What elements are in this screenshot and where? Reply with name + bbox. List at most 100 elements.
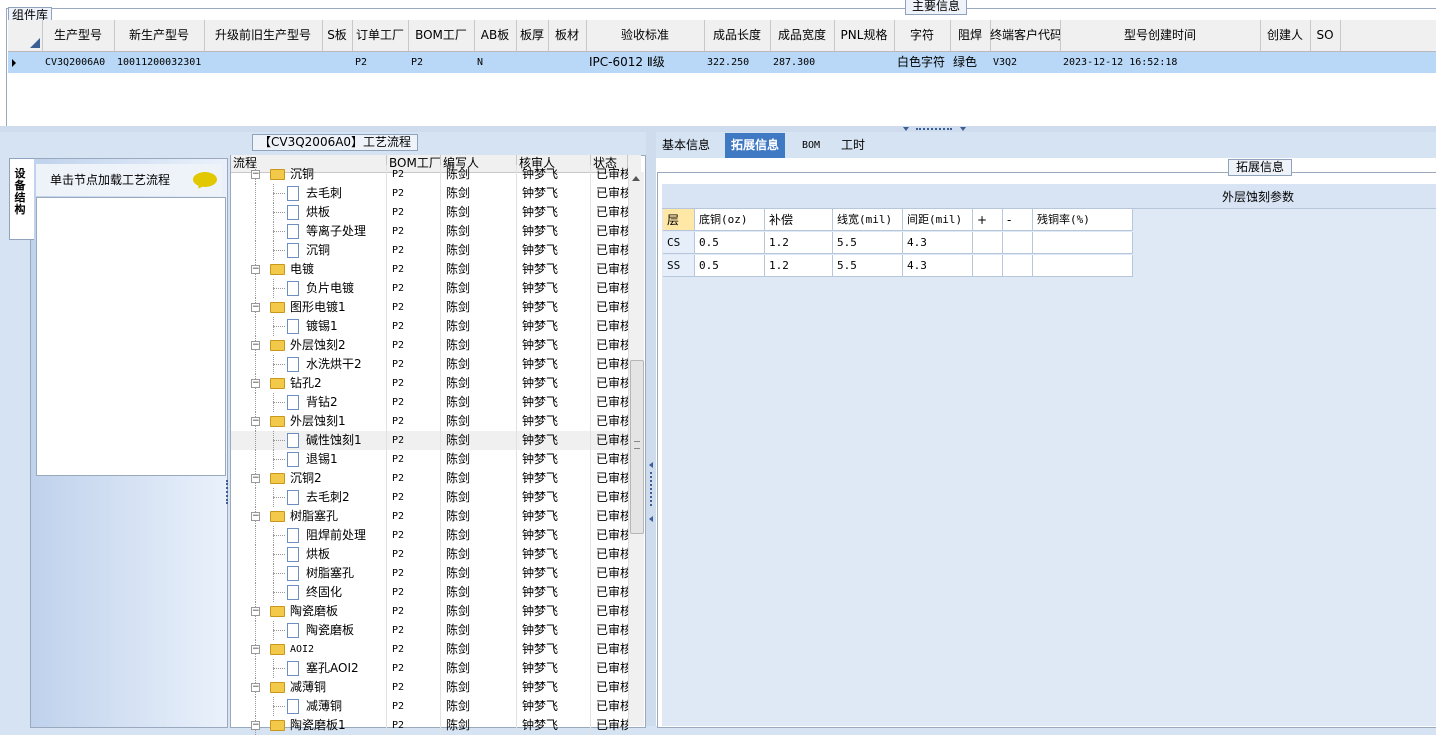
param-cell[interactable] [1003, 232, 1033, 254]
tree-cell-writer[interactable]: 陈剑 [446, 317, 517, 336]
tree-cell-bom[interactable]: P2 [392, 526, 441, 545]
collapse-icon[interactable]: − [251, 341, 260, 350]
tree-cell-reviewer[interactable]: 钟梦飞 [522, 545, 591, 564]
tree-cell-bom[interactable]: P2 [392, 602, 441, 621]
tree-cell-bom[interactable]: P2 [392, 450, 441, 469]
tree-cell-bom[interactable]: P2 [392, 184, 441, 203]
tree-node-label[interactable]: 背钻2 [306, 393, 386, 412]
tree-cell-status[interactable]: 已审核 [596, 279, 628, 298]
tree-cell-status[interactable]: 已审核 [596, 393, 628, 412]
tree-node-label[interactable]: 等离子处理 [306, 222, 386, 241]
tree-cell-writer[interactable]: 陈剑 [446, 507, 517, 526]
tree-node-label[interactable]: 图形电镀1 [290, 298, 386, 317]
column-header[interactable]: 板厚 [516, 20, 549, 51]
tree-node-label[interactable]: 树脂塞孔 [290, 507, 386, 526]
tree-cell-status[interactable]: 已审核 [596, 184, 628, 203]
tree-cell-status[interactable]: 已审核 [596, 697, 628, 716]
tree-cell-writer[interactable]: 陈剑 [446, 621, 517, 640]
tree-cell-reviewer[interactable]: 钟梦飞 [522, 564, 591, 583]
tree-cell-writer[interactable]: 陈剑 [446, 545, 517, 564]
column-header[interactable]: 订单工厂 [352, 20, 409, 51]
tree-node-label[interactable]: 塞孔AOI2 [306, 659, 386, 678]
tree-cell-writer[interactable]: 陈剑 [446, 355, 517, 374]
param-cell[interactable]: 5.5 [833, 232, 903, 254]
tab-extended-info[interactable]: 拓展信息 [725, 133, 786, 158]
tree-cell-status[interactable]: 已审核 [596, 507, 628, 526]
tree-cell-bom[interactable]: P2 [392, 564, 441, 583]
param-cell[interactable]: 4.3 [903, 255, 973, 277]
tree-node-label[interactable]: 退锡1 [306, 450, 386, 469]
column-header[interactable]: 升级前旧生产型号 [204, 20, 323, 51]
tree-cell-writer[interactable]: 陈剑 [446, 431, 517, 450]
tree-cell-reviewer[interactable]: 钟梦飞 [522, 184, 591, 203]
tree-node-label[interactable]: 电镀 [290, 260, 386, 279]
param-cell[interactable] [973, 232, 1003, 254]
tree-node-label[interactable]: 减薄铜 [306, 697, 386, 716]
collapse-icon[interactable]: − [251, 683, 260, 692]
tree-row[interactable]: 减薄铜 P2 陈剑 钟梦飞 已审核 [231, 697, 629, 716]
collapse-icon[interactable]: − [251, 607, 260, 616]
table-cell[interactable] [516, 52, 548, 73]
tree-row[interactable]: − 钻孔2 P2 陈剑 钟梦飞 已审核 [231, 374, 629, 393]
collapse-icon[interactable]: − [251, 379, 260, 388]
tree-cell-reviewer[interactable]: 钟梦飞 [522, 317, 591, 336]
table-cell[interactable]: P2 [408, 52, 474, 73]
tree-cell-reviewer[interactable]: 钟梦飞 [522, 336, 591, 355]
tree-node-label[interactable]: 去毛刺 [306, 184, 386, 203]
tree-cell-status[interactable]: 已审核 [596, 678, 628, 697]
tree-cell-writer[interactable]: 陈剑 [446, 165, 517, 184]
tree-row[interactable]: 水洗烘干2 P2 陈剑 钟梦飞 已审核 [231, 355, 629, 374]
tree-cell-writer[interactable]: 陈剑 [446, 602, 517, 621]
table-cell[interactable]: IPC-6012 Ⅱ级 [586, 52, 704, 73]
tree-row[interactable]: 陶瓷磨板 P2 陈剑 钟梦飞 已审核 [231, 621, 629, 640]
collapse-icon[interactable]: − [251, 170, 260, 179]
param-column-header[interactable]: 间距(mil) [903, 209, 973, 231]
tab-basic-info[interactable]: 基本信息 [656, 133, 716, 158]
tree-cell-writer[interactable]: 陈剑 [446, 260, 517, 279]
table-cell[interactable]: 白色字符 [894, 52, 950, 73]
tree-cell-status[interactable]: 已审核 [596, 621, 628, 640]
tree-row[interactable]: 阻焊前处理 P2 陈剑 钟梦飞 已审核 [231, 526, 629, 545]
tree-cell-writer[interactable]: 陈剑 [446, 659, 517, 678]
tree-cell-reviewer[interactable]: 钟梦飞 [522, 203, 591, 222]
tree-node-label[interactable]: 陶瓷磨板 [290, 602, 386, 621]
tree-cell-status[interactable]: 已审核 [596, 336, 628, 355]
tree-cell-reviewer[interactable]: 钟梦飞 [522, 241, 591, 260]
tree-cell-reviewer[interactable]: 钟梦飞 [522, 355, 591, 374]
tree-cell-reviewer[interactable]: 钟梦飞 [522, 298, 591, 317]
vertical-splitter[interactable] [646, 132, 656, 726]
table-cell[interactable]: 2023-12-12 16:52:18 [1060, 52, 1260, 73]
tree-cell-bom[interactable]: P2 [392, 393, 441, 412]
tree-node-label[interactable]: 树脂塞孔 [306, 564, 386, 583]
tree-cell-bom[interactable]: P2 [392, 431, 441, 450]
tree-row[interactable]: 终固化 P2 陈剑 钟梦飞 已审核 [231, 583, 629, 602]
tree-row[interactable]: − 树脂塞孔 P2 陈剑 钟梦飞 已审核 [231, 507, 629, 526]
tree-row[interactable]: − 外层蚀刻2 P2 陈剑 钟梦飞 已审核 [231, 336, 629, 355]
tree-cell-writer[interactable]: 陈剑 [446, 374, 517, 393]
collapse-icon[interactable]: − [251, 474, 260, 483]
tree-node-label[interactable]: 水洗烘干2 [306, 355, 386, 374]
tree-cell-bom[interactable]: P2 [392, 412, 441, 431]
tree-cell-writer[interactable]: 陈剑 [446, 697, 517, 716]
param-cell[interactable] [1003, 255, 1033, 277]
device-structure-list[interactable] [36, 197, 226, 476]
tree-cell-bom[interactable]: P2 [392, 583, 441, 602]
tree-cell-bom[interactable]: P2 [392, 279, 441, 298]
tree-cell-bom[interactable]: P2 [392, 469, 441, 488]
tree-row[interactable]: 塞孔AOI2 P2 陈剑 钟梦飞 已审核 [231, 659, 629, 678]
param-column-header[interactable]: 线宽(mil) [833, 209, 903, 231]
tree-cell-reviewer[interactable]: 钟梦飞 [522, 583, 591, 602]
tree-cell-bom[interactable]: P2 [392, 222, 441, 241]
table-cell[interactable] [322, 52, 352, 73]
tree-cell-status[interactable]: 已审核 [596, 241, 628, 260]
tree-cell-bom[interactable]: P2 [392, 374, 441, 393]
tree-node-label[interactable]: 负片电镀 [306, 279, 386, 298]
table-cell[interactable]: 10011200032301 [114, 52, 204, 73]
tree-cell-reviewer[interactable]: 钟梦飞 [522, 393, 591, 412]
column-header[interactable]: PNL规格 [834, 20, 895, 51]
tree-cell-status[interactable]: 已审核 [596, 450, 628, 469]
tree-node-label[interactable]: 减薄铜 [290, 678, 386, 697]
tree-node-label[interactable]: 沉铜2 [290, 469, 386, 488]
tree-cell-writer[interactable]: 陈剑 [446, 450, 517, 469]
tree-node-label[interactable]: 烘板 [306, 545, 386, 564]
